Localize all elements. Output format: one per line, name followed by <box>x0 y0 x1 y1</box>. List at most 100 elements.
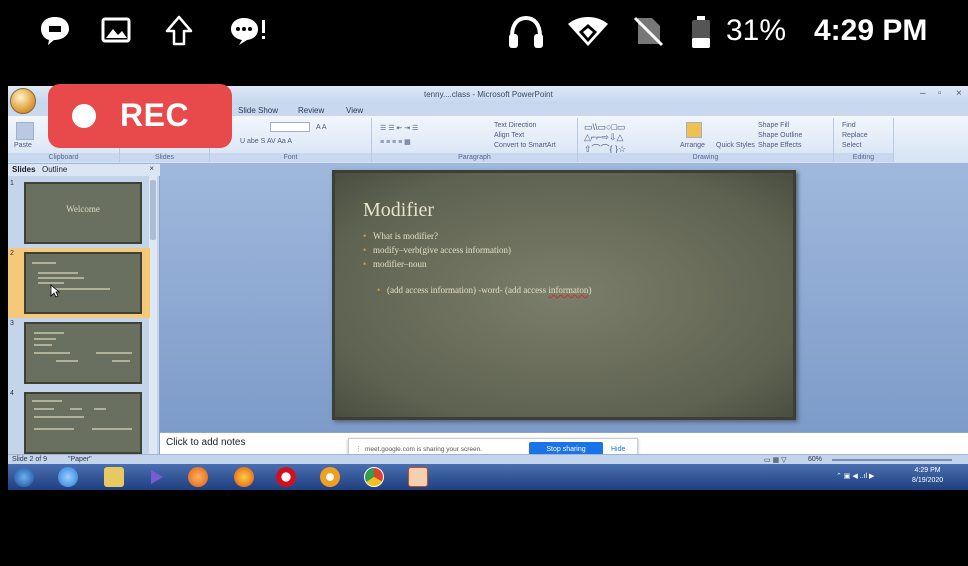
tab-review[interactable]: Review <box>298 106 324 115</box>
close-icon[interactable]: × <box>956 88 962 99</box>
slide-number: 2 <box>10 250 14 257</box>
wifi-icon <box>568 17 608 46</box>
battery-percentage: 31% <box>726 14 787 47</box>
slides-panel: Slides Outline × 1 Welcome 2 3 4 <box>8 164 160 454</box>
notes-placeholder: Click to add notes <box>166 437 246 448</box>
view-buttons[interactable]: ▭ ▦ ▽ <box>764 456 787 464</box>
slide-bullet-2[interactable]: modify–verb(give access information) <box>363 245 511 255</box>
slide-number: 4 <box>10 390 14 397</box>
recording-label: REC <box>120 97 190 133</box>
arrange-button[interactable]: Arrange <box>680 142 705 149</box>
tab-slides[interactable]: Slides <box>12 165 36 174</box>
thumbnail-text-line <box>38 272 78 274</box>
find-button[interactable]: Find <box>842 122 856 129</box>
thumbnail-text-line <box>38 277 84 279</box>
shape-outline-button[interactable]: Shape Outline <box>758 132 802 139</box>
panel-scrollbar[interactable] <box>149 176 157 454</box>
record-dot-icon <box>72 104 96 128</box>
misspelled-word: informaton <box>548 285 589 295</box>
windows-start-icon[interactable] <box>14 467 34 487</box>
paragraph-group: Text Direction Align Text Convert to Sma… <box>372 118 578 162</box>
text-direction-button[interactable]: Text Direction <box>494 122 536 129</box>
slide-thumbnail-4[interactable]: 4 <box>8 388 150 458</box>
slide-thumbnail-image <box>24 322 142 384</box>
minimize-icon[interactable]: – <box>920 88 926 99</box>
mouse-cursor-icon <box>50 284 60 298</box>
thumbnail-text-line <box>56 360 78 362</box>
tray-date: 8/19/2020 <box>912 477 944 484</box>
tab-outline[interactable]: Outline <box>42 165 67 174</box>
chat-bubble-icon <box>41 17 69 45</box>
slide-bullet-1[interactable]: What is modifier? <box>363 231 438 241</box>
status-clock: 4:29 PM <box>814 14 928 47</box>
slide-bullet-3[interactable]: modifier–noun <box>363 259 426 269</box>
arrange-icon[interactable] <box>686 122 702 138</box>
font-group: A A U abe S AV Aa A Font <box>210 118 372 162</box>
paste-icon[interactable] <box>16 122 34 140</box>
android-status-bar: 31% 4:29 PM <box>0 0 968 62</box>
font-format-icons[interactable]: U abe S AV Aa A <box>240 138 292 145</box>
select-button[interactable]: Select <box>842 142 861 149</box>
paragraph-group-label: Paragraph <box>372 153 577 162</box>
slide-editing-area: Modifier What is modifier? modify–verb(g… <box>160 164 968 432</box>
editing-group: Find Replace Select Editing <box>834 118 894 162</box>
tab-slide-show[interactable]: Slide Show <box>238 106 278 115</box>
tab-view[interactable]: View <box>346 106 363 115</box>
headset-icon <box>509 15 543 48</box>
slide-counter: Slide 2 of 9 <box>12 456 48 463</box>
close-icon[interactable]: × <box>149 164 154 173</box>
zoom-level[interactable]: 60% <box>808 456 822 463</box>
office-button[interactable] <box>10 88 36 114</box>
font-grow-icon[interactable]: A A <box>316 124 327 131</box>
ie-icon[interactable] <box>58 467 78 487</box>
thumbnail-text-line <box>96 352 132 354</box>
slide-thumbnail-2[interactable]: 2 <box>8 248 150 318</box>
tray-icons[interactable]: ⌃ ▣ ◀ ..ıl ▶ <box>836 472 874 480</box>
recording-badge[interactable]: REC <box>48 84 232 148</box>
slide-thumbnail-3[interactable]: 3 <box>8 318 150 388</box>
align-text-button[interactable]: Align Text <box>494 132 524 139</box>
paragraph-align-icons[interactable]: ☰ ☰ ⇤ ⇥ ☰ <box>380 124 418 132</box>
justify-icons[interactable]: ≡ ≡ ≡ ≡ ▦ <box>380 138 411 146</box>
shape-fill-button[interactable]: Shape Fill <box>758 122 789 129</box>
explorer-icon[interactable] <box>104 467 124 487</box>
scrollbar-thumb[interactable] <box>150 180 156 240</box>
chrome-icon[interactable] <box>364 467 384 487</box>
slide-thumbnail-1[interactable]: 1 Welcome <box>8 178 150 248</box>
zoom-slider[interactable] <box>832 459 952 461</box>
maximize-icon[interactable]: ▫ <box>938 88 942 99</box>
tray-clock[interactable]: 4:29 PM 8/19/2020 <box>912 466 943 486</box>
replace-button[interactable]: Replace <box>842 132 868 139</box>
clipboard-group-label: Clipboard <box>8 153 119 162</box>
thumbnail-text-line <box>34 416 84 418</box>
thumbnail-text-line <box>70 408 82 410</box>
paste-button[interactable]: Paste <box>14 142 32 149</box>
no-sim-icon <box>633 16 664 47</box>
chrome-canary-icon[interactable] <box>320 467 340 487</box>
slide-title[interactable]: Modifier <box>363 199 434 222</box>
powerpoint-icon[interactable] <box>408 467 428 487</box>
battery-icon <box>692 16 710 48</box>
thumbnail-text-line <box>34 408 54 410</box>
thumbnail-text-line <box>32 262 56 264</box>
convert-smartart-button[interactable]: Convert to SmartArt <box>494 142 556 149</box>
media-center-icon[interactable] <box>188 467 208 487</box>
image-icon <box>101 17 131 43</box>
opera-icon[interactable] <box>276 467 296 487</box>
slide-bullet-4[interactable]: (add access information) -word- (add acc… <box>377 285 592 295</box>
drag-handle-icon[interactable]: ⋮ <box>355 445 362 453</box>
alert-bubble-icon <box>231 18 265 45</box>
thumbnail-text-line <box>92 428 132 430</box>
hide-button[interactable]: Hide <box>611 446 625 453</box>
current-slide[interactable]: Modifier What is modifier? modify–verb(g… <box>332 170 796 420</box>
thumbnail-text-line <box>34 344 52 346</box>
bullet-text: ) <box>588 285 592 295</box>
thumbnail-text-line <box>34 332 64 334</box>
quick-styles-button[interactable]: Quick Styles <box>716 142 755 149</box>
thumbnail-text-line <box>34 338 56 340</box>
share-message: meet.google.com is sharing your screen. <box>365 446 483 453</box>
font-size-box[interactable] <box>270 122 310 132</box>
firefox-icon[interactable] <box>234 467 254 487</box>
shape-effects-button[interactable]: Shape Effects <box>758 142 801 149</box>
media-player-icon[interactable] <box>146 467 166 487</box>
